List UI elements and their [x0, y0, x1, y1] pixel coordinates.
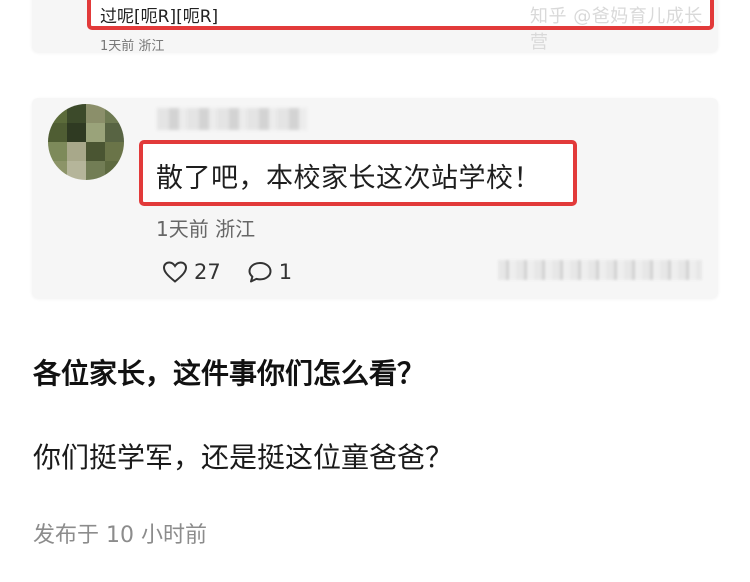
- avatar[interactable]: [48, 104, 124, 180]
- comment-actions: 27 1: [162, 260, 312, 284]
- top-comment-card: 过呢[呃R][呃R] 1天前 浙江 知乎 @爸妈育儿成长营: [32, 0, 718, 54]
- comment-text: 过呢[呃R][呃R]: [100, 7, 219, 27]
- article-heading: 各位家长，这件事你们怎么看？: [33, 357, 426, 390]
- main-comment-card: 散了吧，本校家长这次站学校！ 1天前 浙江 27 1: [32, 98, 718, 298]
- comment-meta: 1天前 浙江: [156, 217, 256, 241]
- like-count: 27: [194, 260, 221, 284]
- speech-bubble-icon: [247, 260, 273, 284]
- comment-text: 散了吧，本校家长这次站学校！: [156, 163, 541, 194]
- username-blurred[interactable]: [157, 108, 307, 130]
- like-button[interactable]: 27: [162, 260, 221, 284]
- comment-meta: 1天前 浙江: [100, 39, 165, 54]
- reply-count: 1: [278, 260, 293, 284]
- article-question: 你们挺学军，还是挺这位童爸爸？: [33, 441, 454, 474]
- publish-time: 发布于 10 小时前: [33, 523, 207, 548]
- heart-outline-icon: [162, 260, 188, 284]
- blurred-region: [498, 260, 702, 280]
- reply-button[interactable]: 1: [247, 260, 292, 284]
- watermark: 知乎 @爸妈育儿成长营: [530, 6, 703, 53]
